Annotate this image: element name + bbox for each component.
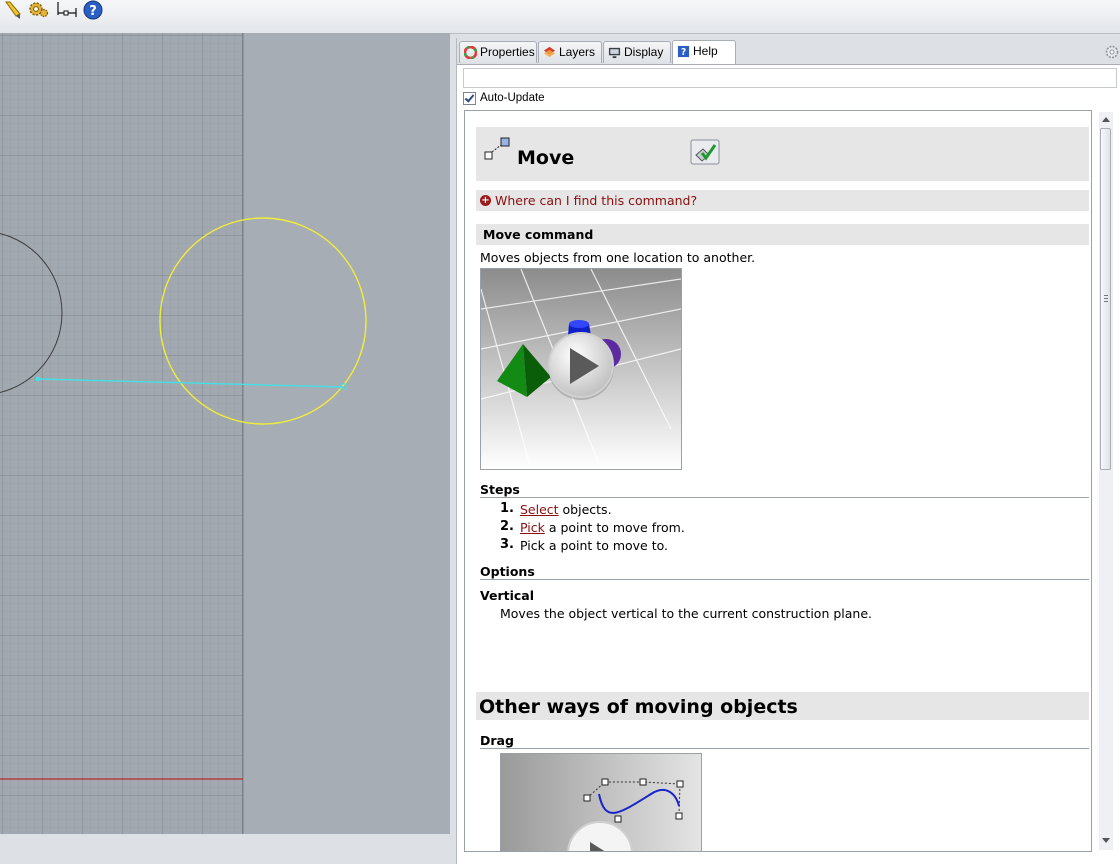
command-section-header: Move command: [476, 224, 1089, 245]
drag-video-graphic: [501, 754, 701, 851]
command-section-title: Move command: [483, 227, 594, 242]
options-header: Options: [480, 564, 535, 579]
help-book-icon: ?: [677, 45, 690, 58]
pick-link[interactable]: Pick: [520, 520, 545, 535]
side-panel: Properties Layers Display ? Help Auto-Up…: [456, 38, 1120, 864]
viewport[interactable]: [0, 33, 450, 834]
move-video-graphic: [481, 269, 681, 469]
toolbar: ?: [0, 0, 1120, 34]
viewport-canvas[interactable]: [0, 33, 450, 834]
other-ways-title: Other ways of moving objects: [479, 696, 798, 718]
expand-plus-icon[interactable]: +: [480, 195, 491, 206]
move-command-icon: [484, 137, 510, 160]
options-divider: [480, 579, 1089, 580]
command-title: Move: [517, 147, 575, 169]
panel-tabs: Properties Layers Display ? Help: [457, 38, 1120, 65]
layers-icon: [543, 46, 556, 58]
panel-settings-gear-icon[interactable]: [1105, 45, 1119, 59]
tab-display-label: Display: [624, 45, 664, 59]
gear-icon[interactable]: [26, 0, 50, 20]
tab-layers-label: Layers: [559, 45, 596, 59]
other-ways-header: Other ways of moving objects: [476, 692, 1089, 720]
status-bar: [0, 834, 450, 864]
auto-update-label: Auto-Update: [480, 92, 545, 104]
steps-divider: [480, 497, 1089, 498]
option-vertical-description: Moves the object vertical to the current…: [500, 606, 873, 621]
display-monitor-icon: [608, 47, 621, 59]
scroll-thumb[interactable]: [1100, 128, 1111, 470]
help-icon[interactable]: ?: [83, 0, 103, 20]
tab-properties-label: Properties: [480, 45, 535, 59]
tab-display[interactable]: Display: [603, 41, 671, 63]
command-description: Moves objects from one location to anoth…: [480, 250, 756, 265]
tab-layers[interactable]: Layers: [538, 41, 602, 63]
dimension-icon[interactable]: [55, 0, 79, 20]
scroll-up-arrow-icon[interactable]: [1102, 117, 1110, 122]
step-2-number: 2.: [500, 519, 514, 534]
tab-help-label: Help: [693, 44, 718, 58]
step-1-number: 1.: [500, 501, 514, 516]
svg-text:?: ?: [89, 4, 97, 19]
step-1: Select objects.: [520, 502, 612, 517]
steps-header: Steps: [480, 482, 520, 497]
move-video-thumbnail[interactable]: [480, 268, 682, 470]
step-2: Pick a point to move from.: [520, 520, 685, 535]
step-3-number: 3.: [500, 537, 514, 552]
option-vertical-name: Vertical: [480, 588, 535, 603]
help-document: Move + Where can I find this command? Mo…: [464, 110, 1092, 852]
drag-divider: [480, 748, 1089, 749]
step-2-text: a point to move from.: [544, 520, 685, 535]
find-command-link[interactable]: Where can I find this command?: [495, 193, 697, 208]
find-command-bar[interactable]: + Where can I find this command?: [476, 190, 1089, 211]
command-header: Move: [476, 127, 1089, 181]
check-command-icon[interactable]: [690, 139, 720, 165]
tab-properties[interactable]: Properties: [459, 41, 537, 63]
pencil-icon[interactable]: [4, 0, 24, 20]
drag-video-thumbnail[interactable]: [500, 753, 702, 851]
scroll-down-arrow-icon[interactable]: [1102, 838, 1110, 843]
drag-header: Drag: [480, 733, 514, 748]
tab-help[interactable]: ? Help: [672, 40, 736, 64]
svg-text:?: ?: [681, 47, 686, 58]
select-link[interactable]: Select: [520, 502, 559, 517]
auto-update-checkbox-box[interactable]: [463, 92, 476, 105]
help-scrollbar[interactable]: [1099, 112, 1113, 850]
step-3-text: Pick a point to move to.: [520, 538, 669, 553]
move-point-start: [36, 377, 40, 381]
properties-color-wheel-icon: [464, 46, 477, 59]
step-1-text: objects.: [558, 502, 612, 517]
help-url-input[interactable]: [463, 68, 1117, 88]
